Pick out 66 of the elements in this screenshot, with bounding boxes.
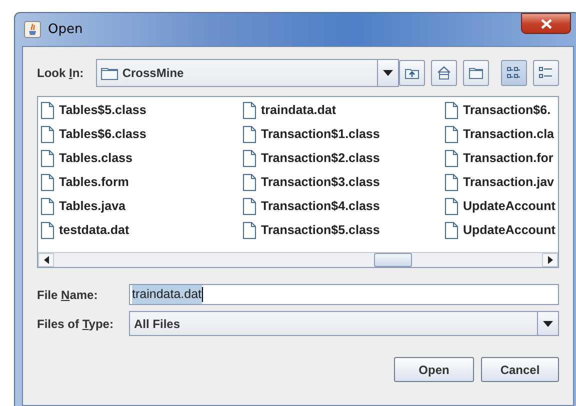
file-item[interactable]: Tables.java (41, 196, 243, 216)
file-name-label: File Name: (37, 286, 99, 304)
details-view-icon (538, 65, 554, 81)
scrollbar-thumb[interactable] (374, 253, 412, 267)
file-item[interactable]: Tables$6.class (41, 124, 243, 144)
look-in-value: CrossMine (122, 65, 185, 82)
file-icon (243, 198, 256, 214)
folder-button[interactable] (463, 60, 489, 86)
file-icon (445, 126, 458, 142)
file-type-label: Files of Type: (37, 316, 114, 332)
list-view-button[interactable] (501, 60, 527, 86)
file-item[interactable]: Transaction.cla (445, 124, 558, 144)
horizontal-scrollbar[interactable] (38, 252, 558, 267)
left-arrow-icon[interactable] (44, 256, 48, 264)
folder-up-button[interactable] (399, 60, 425, 86)
caret-icon (383, 70, 393, 76)
folder-icon (468, 65, 484, 81)
file-icon (445, 150, 458, 166)
file-item[interactable]: Tables.form (41, 172, 243, 192)
close-icon (540, 18, 552, 28)
list-view-icon (506, 65, 522, 81)
file-item[interactable]: Transaction$3.class (243, 172, 445, 192)
file-item[interactable]: UpdateAccount (445, 220, 558, 240)
file-icon (243, 126, 256, 142)
caret-icon (543, 320, 553, 326)
folder-icon (101, 66, 118, 80)
file-icon (41, 102, 54, 118)
file-type-dropdown[interactable]: All Files (129, 311, 559, 336)
look-in-dropdown[interactable]: CrossMine (96, 59, 399, 87)
file-icon (41, 222, 54, 238)
file-item[interactable]: Transaction.for (445, 148, 558, 168)
file-icon (41, 126, 54, 142)
home-button[interactable] (431, 60, 457, 86)
look-in-label: Look In: (37, 65, 85, 82)
open-button[interactable]: Open (394, 357, 474, 382)
file-type-value: All Files (133, 316, 182, 332)
file-icon (445, 174, 458, 190)
file-icon (41, 198, 54, 214)
file-item[interactable]: traindata.dat (243, 100, 445, 120)
file-item[interactable]: Transaction$2.class (243, 148, 445, 168)
home-icon (436, 65, 452, 81)
file-icon (445, 102, 458, 118)
file-item[interactable]: Tables.class (41, 148, 243, 168)
file-item[interactable]: Transaction$4.class (243, 196, 445, 216)
file-item[interactable]: Transaction$1.class (243, 124, 445, 144)
window-title: Open (48, 20, 83, 39)
file-item[interactable]: Tables$5.class (41, 100, 243, 120)
file-item[interactable]: Transaction$6. (445, 100, 558, 120)
cancel-button[interactable]: Cancel (481, 357, 559, 382)
right-arrow-icon[interactable] (548, 256, 552, 264)
details-view-button[interactable] (533, 60, 559, 86)
file-icon (445, 198, 458, 214)
file-icon (445, 222, 458, 238)
file-icon (41, 150, 54, 166)
file-icon (243, 150, 256, 166)
file-item[interactable]: Transaction.jav (445, 172, 558, 192)
file-icon (41, 174, 54, 190)
file-item[interactable]: testdata.dat (41, 220, 243, 240)
file-name-field[interactable]: traindata.dat (129, 284, 559, 305)
file-icon (243, 222, 256, 238)
file-icon (243, 174, 256, 190)
java-cup-icon (24, 21, 41, 38)
file-item[interactable]: UpdateAccount (445, 196, 558, 216)
file-icon (243, 102, 256, 118)
file-item[interactable]: Transaction$5.class (243, 220, 445, 240)
close-button[interactable] (521, 13, 571, 34)
